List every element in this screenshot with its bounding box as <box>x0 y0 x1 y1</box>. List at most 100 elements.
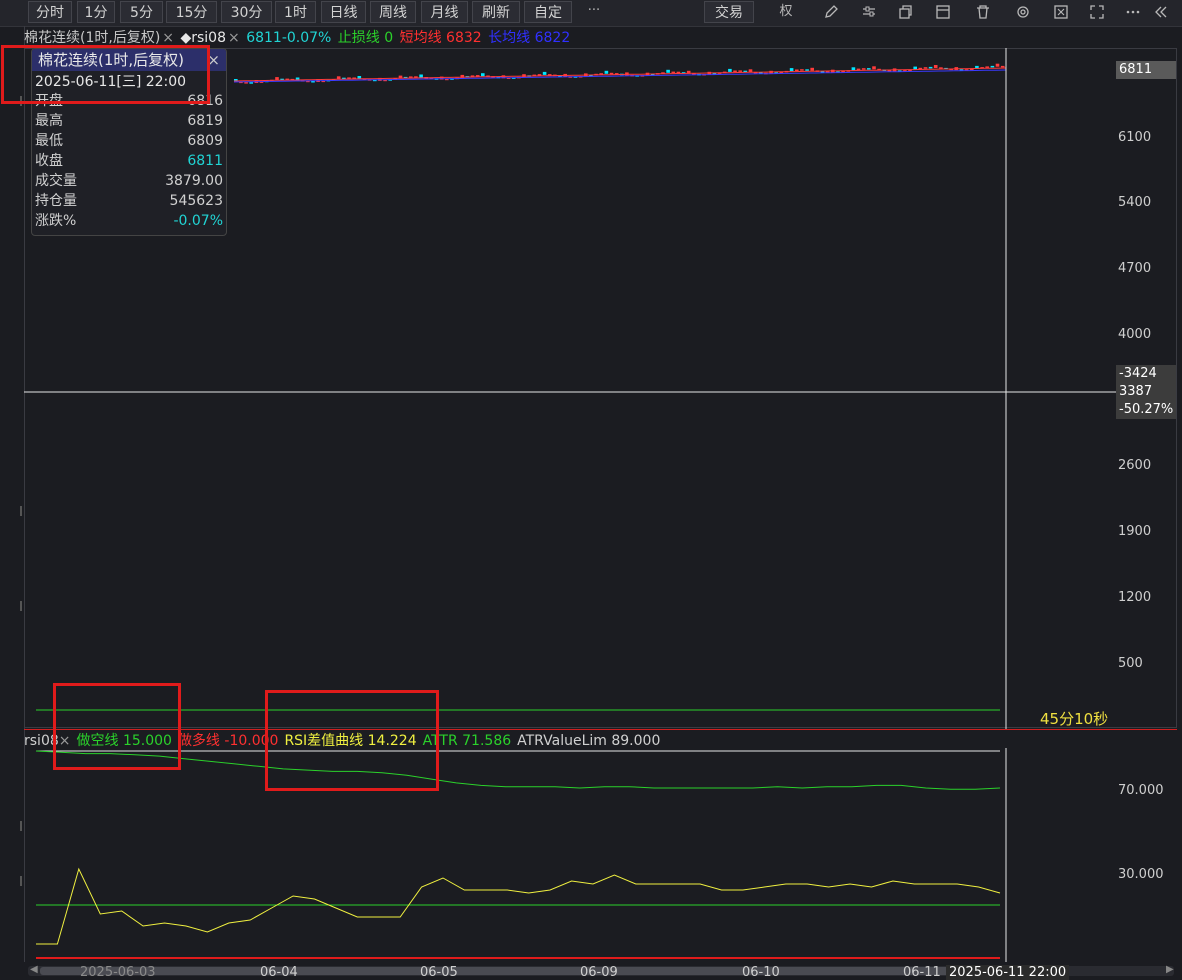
row-value: -0.07% <box>173 213 223 229</box>
candle <box>851 67 856 71</box>
period-tab-monthly[interactable]: 月线 <box>421 1 468 23</box>
more-periods-icon[interactable]: ··· <box>585 2 603 20</box>
candle <box>800 69 804 71</box>
short-ma-line <box>233 67 1007 82</box>
scroll-right-icon[interactable]: ▶ <box>1166 964 1174 975</box>
period-tab-1hour[interactable]: 1时 <box>275 1 316 23</box>
period-tab-1min[interactable]: 1分 <box>77 1 115 23</box>
tooltip-row-low: 最低 6809 <box>35 131 223 151</box>
crosshair-price-tag: -3424 3387 -50.27% <box>1116 365 1176 419</box>
highlight-box <box>53 683 181 770</box>
pencil-icon[interactable] <box>822 3 840 21</box>
candle <box>419 74 423 78</box>
price-change: 6811-0.07% <box>246 30 332 46</box>
row-value: 545623 <box>169 193 223 209</box>
candle <box>275 77 279 81</box>
row-label: 持仓量 <box>35 193 77 209</box>
crosshair-percent: -50.27% <box>1119 402 1174 417</box>
row-label: 最高 <box>35 113 63 129</box>
close-chart-icon[interactable]: × <box>162 30 174 46</box>
fullscreen-icon[interactable] <box>1052 3 1070 21</box>
long-ma-value: 长均线 6822 <box>488 30 571 46</box>
long-ma-line <box>233 69 1007 83</box>
candle <box>805 69 809 71</box>
y-tick: 5400 <box>1118 195 1152 210</box>
x-tick: 06-05 <box>420 965 458 980</box>
custom-period-button[interactable]: 自定 <box>524 1 572 23</box>
tooltip-row-high: 最高 6819 <box>35 111 223 131</box>
sliders-icon[interactable] <box>860 3 878 21</box>
cursor-time-label: 2025-06-11 22:00 <box>946 965 1070 980</box>
x-tick: 06-10 <box>742 965 780 980</box>
close-indicator-icon[interactable]: × <box>228 30 240 46</box>
crosshair-value: 3387 <box>1119 384 1153 399</box>
candle <box>933 65 938 68</box>
trade-button[interactable]: 交易 <box>704 1 754 23</box>
candle <box>609 72 614 75</box>
long-line-value: 做多线 -10.000 <box>177 733 279 749</box>
row-value: 6809 <box>187 133 223 149</box>
y-tick: 6100 <box>1118 130 1152 145</box>
candle <box>671 71 676 74</box>
rights-button[interactable]: 权 <box>777 3 795 21</box>
rsi-diff-line <box>36 867 1001 945</box>
candle <box>542 71 547 75</box>
more-icon[interactable] <box>1124 3 1142 21</box>
y-tick: 1200 <box>1118 590 1152 605</box>
period-tab-weekly[interactable]: 周线 <box>370 1 416 23</box>
copy-icon[interactable] <box>896 3 914 21</box>
y-tick: 2600 <box>1118 458 1152 473</box>
candle <box>861 68 866 70</box>
period-tab-15min[interactable]: 15分 <box>166 1 217 23</box>
tooltip-row-openinterest: 持仓量 545623 <box>35 191 223 211</box>
indicator-name[interactable]: ◆rsi08 <box>180 30 226 46</box>
expand-icon[interactable] <box>1088 3 1106 21</box>
x-tick: 06-11 <box>903 965 941 980</box>
bar-countdown: 45分10秒 <box>1040 710 1109 728</box>
candle <box>249 82 253 84</box>
row-label: 收盘 <box>35 153 63 169</box>
chart-title: 棉花连续(1时,后复权) <box>24 30 161 46</box>
rail-marker <box>20 601 22 611</box>
candle <box>867 68 871 70</box>
candle <box>481 73 485 77</box>
y-tick: 4000 <box>1118 327 1152 342</box>
row-label: 最低 <box>35 133 63 149</box>
toolbar: 分时 1分 5分 15分 30分 1时 日线 周线 月线 刷新 自定 ··· 交… <box>0 0 1182 27</box>
row-value: 6811 <box>187 153 223 169</box>
candle <box>244 82 248 84</box>
candle <box>604 70 609 74</box>
short-ma-value: 短均线 6832 <box>399 30 482 46</box>
x-tick: 06-04 <box>260 965 298 980</box>
rail-marker <box>20 506 22 516</box>
settings-icon[interactable] <box>1014 3 1032 21</box>
row-label: 成交量 <box>35 173 77 189</box>
period-tab-fenshi[interactable]: 分时 <box>28 1 72 23</box>
scroll-left-icon[interactable]: ◀ <box>30 964 38 975</box>
crosshair-value: -3424 <box>1119 366 1157 381</box>
refresh-button[interactable]: 刷新 <box>472 1 520 23</box>
window-icon[interactable] <box>934 3 952 21</box>
candle <box>738 70 742 72</box>
period-tab-30min[interactable]: 30分 <box>221 1 272 23</box>
period-tab-daily[interactable]: 日线 <box>321 1 366 23</box>
period-tab-5min[interactable]: 5分 <box>120 1 163 23</box>
trash-icon[interactable] <box>974 3 992 21</box>
candle <box>676 71 681 74</box>
y-tick: 500 <box>1118 656 1143 671</box>
candle <box>666 69 670 73</box>
collapse-icon[interactable] <box>1152 3 1170 21</box>
tooltip-row-close: 收盘 6811 <box>35 151 223 171</box>
y-tick: 1900 <box>1118 524 1152 539</box>
y-tick: 4700 <box>1118 261 1152 276</box>
candle <box>990 65 995 68</box>
candle <box>995 63 1000 67</box>
candle <box>856 68 861 71</box>
sub-chart[interactable] <box>24 748 1116 962</box>
candle <box>795 69 799 71</box>
rail-marker <box>20 821 22 831</box>
candle <box>810 67 814 71</box>
atr-lim-value: ATRValueLim 89.000 <box>517 733 661 749</box>
x-tick: 2025-06-03 <box>80 965 156 980</box>
row-value: 6819 <box>187 113 223 129</box>
